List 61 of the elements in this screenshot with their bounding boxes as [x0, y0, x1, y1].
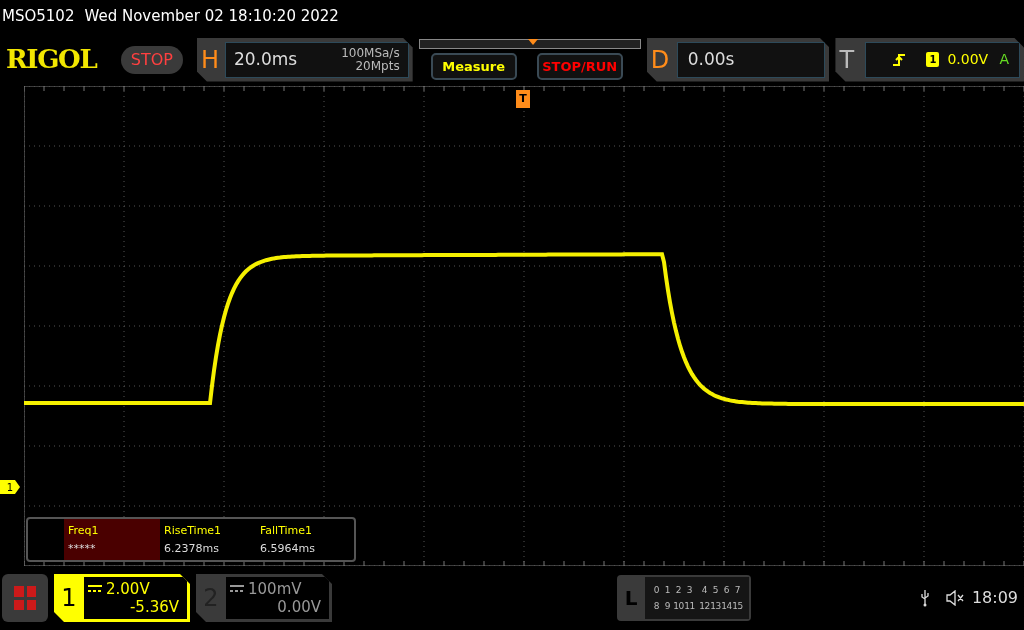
clock-time: 18:09 — [971, 587, 1018, 609]
logic-channel-number: 9 — [663, 600, 672, 613]
logic-channel-number: 2 — [674, 584, 683, 597]
channel-offset: 0.00V — [277, 598, 321, 616]
trigger-mode: A — [999, 50, 1009, 69]
logic-channel-number: 14 — [721, 600, 732, 613]
logic-panel[interactable]: L 0 1 2 3 4 5 6 7 8 9 1011 12131415 — [617, 575, 751, 621]
logic-channel-number: 11 — [684, 600, 695, 613]
logic-channel-number: 0 — [652, 584, 661, 597]
channel-marker[interactable]: 1 — [0, 480, 20, 494]
delay-label: D — [650, 44, 671, 76]
measurement-name: Freq1 — [68, 522, 100, 539]
logic-channel-number: 5 — [711, 584, 720, 597]
measurement-name: FallTime1 — [260, 522, 314, 539]
memory-depth: 20Mpts — [355, 59, 400, 73]
muted-speaker-icon — [945, 590, 966, 606]
run-state-badge: STOP — [120, 45, 183, 74]
horizontal-panel[interactable]: H 20.0ms 100MSa/s 20Mpts — [196, 37, 413, 82]
measurement-item[interactable]: Freq1 ***** — [64, 519, 160, 560]
dc-coupling-icon — [230, 585, 244, 593]
measurement-item[interactable]: FallTime1 6.5964ms — [256, 519, 352, 560]
logo: RIGOL — [6, 43, 98, 76]
menu-button[interactable] — [2, 574, 48, 622]
rising-edge-icon — [892, 52, 907, 67]
logic-channel-number: 13 — [710, 600, 721, 613]
measurement-value: ***** — [68, 540, 97, 557]
channel-scale: 100mV — [248, 580, 302, 598]
logic-channel-number: 1 — [663, 584, 672, 597]
model-name: MSO5102 — [2, 6, 75, 28]
channel-offset: -5.36V — [129, 598, 179, 616]
logic-channel-number: 6 — [722, 584, 731, 597]
trigger-position-marker[interactable]: T — [516, 90, 530, 108]
dc-coupling-icon — [88, 585, 102, 593]
trigger-label: T — [839, 44, 856, 76]
logic-label: L — [623, 585, 639, 612]
measure-button[interactable]: Measure — [430, 53, 517, 80]
measurement-value: 6.5964ms — [260, 540, 316, 557]
stop-run-button[interactable]: STOP/RUN — [536, 53, 623, 80]
usb-icon — [919, 589, 930, 607]
horizontal-label: H — [200, 44, 220, 76]
date-time: Wed November 02 18:10:20 2022 — [84, 6, 339, 28]
trigger-source-badge: 1 — [926, 52, 940, 67]
logic-channel-number: 7 — [733, 584, 742, 597]
logic-channel-number: 4 — [700, 584, 709, 597]
delay-panel[interactable]: D 0.00s — [646, 37, 830, 82]
sample-rate: 100MSa/s — [341, 46, 400, 60]
measurement-item[interactable]: RiseTime1 6.2378ms — [160, 519, 256, 560]
channel-number: 1 — [60, 583, 78, 614]
logic-channel-number: 10 — [673, 600, 684, 613]
logic-channel-number: 12 — [699, 600, 710, 613]
delay-value: 0.00s — [687, 47, 735, 71]
logic-channel-number: 15 — [732, 600, 743, 613]
trigger-panel[interactable]: T 1 0.00V A — [835, 37, 1024, 82]
logic-channel-number: 8 — [652, 600, 661, 613]
measurement-value: 6.2378ms — [164, 540, 220, 557]
timebase-value: 20.0ms — [233, 47, 298, 71]
channel-scale: 2.00V — [106, 580, 150, 598]
measurement-name: RiseTime1 — [164, 522, 223, 539]
channel-panel[interactable]: 1 2.00V -5.36V — [54, 574, 190, 622]
trigger-level: 0.00V — [947, 50, 989, 69]
logic-channel-number: 3 — [685, 584, 694, 597]
